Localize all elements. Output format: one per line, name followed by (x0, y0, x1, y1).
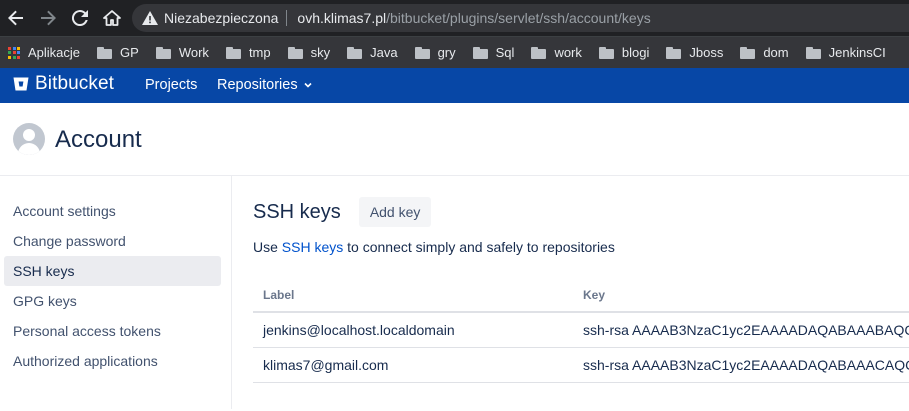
bookmark-label: Work (178, 45, 209, 60)
bitbucket-logo[interactable]: Bitbucket (13, 73, 114, 95)
key-value-cell: ssh-rsa AAAAB3NzaC1yc2EAAAADAQABAAACAQC (573, 347, 909, 383)
sidebar-item-authorized-applications[interactable]: Authorized applications (4, 346, 221, 376)
desc-prefix: Use (253, 239, 282, 255)
logo-text: Bitbucket (35, 73, 115, 94)
bookmark-folder[interactable]: dom (740, 45, 789, 60)
folder-icon (347, 46, 363, 59)
bookmark-folder[interactable]: GP (97, 45, 139, 60)
page-header: Account (0, 103, 909, 176)
chevron-down-icon (304, 82, 312, 88)
desc-suffix: to connect simply and safely to reposito… (343, 239, 615, 255)
warning-icon[interactable] (142, 10, 158, 26)
bookmark-label: sky (310, 45, 331, 60)
nav-projects[interactable]: Projects (145, 77, 197, 93)
avatar[interactable] (13, 123, 45, 155)
folder-icon (225, 46, 241, 59)
table-row[interactable]: klimas7@gmail.com ssh-rsa AAAAB3NzaC1yc2… (253, 347, 909, 383)
key-value-cell: ssh-rsa AAAAB3NzaC1yc2EAAAADAQABAAABAQC (573, 312, 909, 348)
folder-icon (598, 46, 614, 59)
reload-icon[interactable] (70, 8, 90, 28)
avatar-body (18, 143, 40, 155)
bookmark-label: JenkinsCI (828, 45, 886, 60)
nav-projects-label: Projects (145, 77, 198, 93)
url-host: ovh.klimas7.pl (297, 10, 387, 26)
bookmark-label: dom (763, 45, 789, 60)
bookmark-apps[interactable]: Aplikacje (8, 45, 80, 60)
content-area: Account settings Change password SSH key… (0, 176, 909, 409)
key-label-cell: klimas7@gmail.com (253, 347, 573, 383)
url-path: /bitbucket/plugins/servlet/ssh/account/k… (386, 10, 651, 26)
omnibox-separator (286, 10, 288, 26)
section-description: Use SSH keys to connect simply and safel… (253, 239, 615, 255)
ssh-keys-link[interactable]: SSH keys (282, 239, 343, 255)
table-row[interactable]: jenkins@localhost.localdomain ssh-rsa AA… (253, 312, 909, 348)
apps-icon (8, 46, 20, 59)
sidebar-item-gpg-keys[interactable]: GPG keys (4, 286, 221, 316)
bitbucket-icon (13, 77, 29, 91)
app-header: Bitbucket Projects Repositories (0, 68, 909, 103)
bookmark-folder[interactable]: work (531, 45, 582, 60)
column-header-label: Label (253, 278, 573, 313)
bookmark-label: tmp (248, 45, 271, 60)
back-icon[interactable] (6, 8, 26, 28)
folder-icon (287, 46, 303, 59)
avatar-head (23, 129, 35, 141)
ssh-keys-table: Label Key jenkins@localhost.localdomain … (253, 278, 909, 383)
sidebar-item-change-password[interactable]: Change password (4, 226, 221, 256)
account-sidebar: Account settings Change password SSH key… (0, 176, 232, 409)
bookmark-label: blogi (621, 45, 650, 60)
folder-icon (155, 46, 171, 59)
section-title: SSH keys (253, 200, 341, 223)
address-bar[interactable]: Niezabezpieczona ovh.klimas7.pl/bitbucke… (132, 4, 909, 32)
sidebar-item-personal-access-tokens[interactable]: Personal access tokens (4, 316, 221, 346)
security-status[interactable]: Niezabezpieczona (164, 10, 278, 26)
bookmark-folder[interactable]: Java (347, 45, 398, 60)
table-header-row: Label Key (253, 278, 909, 313)
bookmark-label: GP (120, 45, 139, 60)
bookmark-folder[interactable]: gry (414, 45, 456, 60)
bookmark-label: Sql (495, 45, 515, 60)
bookmark-label: Aplikacje (28, 45, 81, 60)
bookmark-folder[interactable]: tmp (225, 45, 271, 60)
sidebar-item-account-settings[interactable]: Account settings (4, 196, 221, 226)
folder-icon (740, 46, 756, 59)
section-header: SSH keys Add key (253, 197, 432, 227)
folder-icon (97, 46, 113, 59)
bookmark-folder[interactable]: JenkinsCI (805, 45, 886, 60)
folder-icon (666, 46, 682, 59)
add-key-button[interactable]: Add key (358, 197, 432, 227)
forward-icon[interactable] (38, 8, 58, 28)
nav-repositories-label: Repositories (217, 77, 298, 93)
bookmarks-bar: Aplikacje GP Work tmp sky Java gry Sql w… (0, 36, 909, 68)
folder-icon (472, 46, 488, 59)
bookmark-folder[interactable]: Jboss (666, 45, 723, 60)
folder-icon (531, 46, 547, 59)
bookmark-folder[interactable]: Work (155, 45, 209, 60)
folder-icon (414, 46, 430, 59)
browser-toolbar: Niezabezpieczona ovh.klimas7.pl/bitbucke… (0, 0, 909, 36)
bookmark-label: gry (437, 45, 456, 60)
url-text[interactable]: ovh.klimas7.pl/bitbucket/plugins/servlet… (297, 10, 650, 26)
key-label-cell: jenkins@localhost.localdomain (253, 312, 573, 348)
bookmark-folder[interactable]: sky (287, 45, 331, 60)
column-header-key: Key (573, 278, 909, 313)
page-title: Account (55, 126, 142, 153)
folder-icon (805, 46, 821, 59)
bookmark-label: work (554, 45, 582, 60)
nav-repositories[interactable]: Repositories (217, 77, 312, 93)
bookmark-label: Java (370, 45, 398, 60)
home-icon[interactable] (102, 8, 122, 28)
bookmark-label: Jboss (689, 45, 724, 60)
bookmark-folder[interactable]: blogi (598, 45, 650, 60)
sidebar-item-ssh-keys[interactable]: SSH keys (4, 256, 221, 286)
bookmark-folder[interactable]: Sql (472, 45, 515, 60)
